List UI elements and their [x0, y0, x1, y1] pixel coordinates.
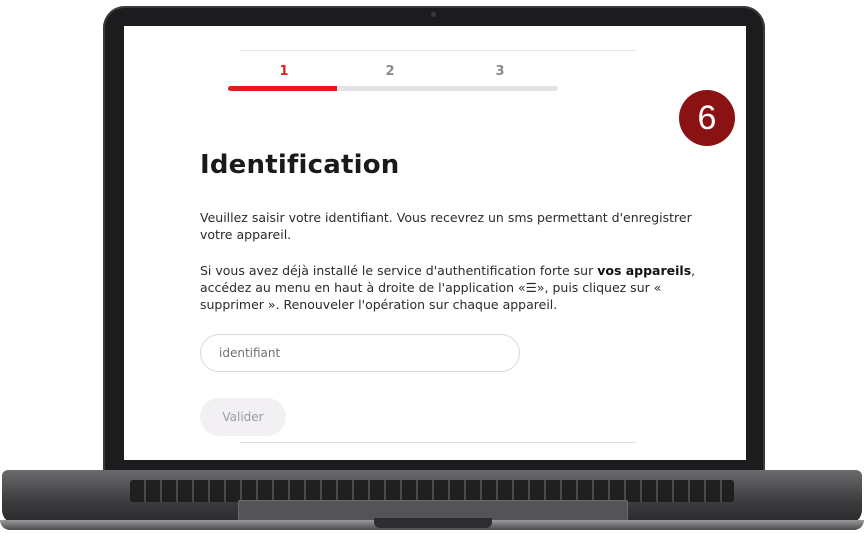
step-1-label: 1: [279, 64, 289, 79]
step-3-label: 3: [495, 64, 505, 79]
step-number-badge: 6: [679, 90, 735, 146]
webcam: [431, 12, 436, 17]
notice-text-start: Si vous avez déjà installé le service d'…: [200, 263, 598, 278]
step-2-label: 2: [385, 64, 395, 79]
identifier-input[interactable]: [200, 334, 520, 372]
laptop-screen: 1 2 3 6 Identification Veuillez saisir v…: [124, 26, 746, 460]
page-title: Identification: [200, 150, 400, 180]
progress-fill: [228, 86, 337, 91]
progress-track: [228, 86, 558, 91]
validate-button[interactable]: Valider: [200, 398, 286, 436]
instruction-text: Veuillez saisir votre identifiant. Vous …: [200, 210, 692, 242]
progress-stepper: 1 2 3: [228, 60, 558, 100]
laptop-notch: [374, 518, 492, 528]
authentication-notice: Si vous avez déjà installé le service d'…: [200, 262, 710, 313]
bottom-divider: [240, 442, 636, 443]
top-divider: [240, 50, 636, 51]
keyboard: [130, 480, 734, 502]
notice-emphasis: vos appareils: [597, 263, 692, 278]
